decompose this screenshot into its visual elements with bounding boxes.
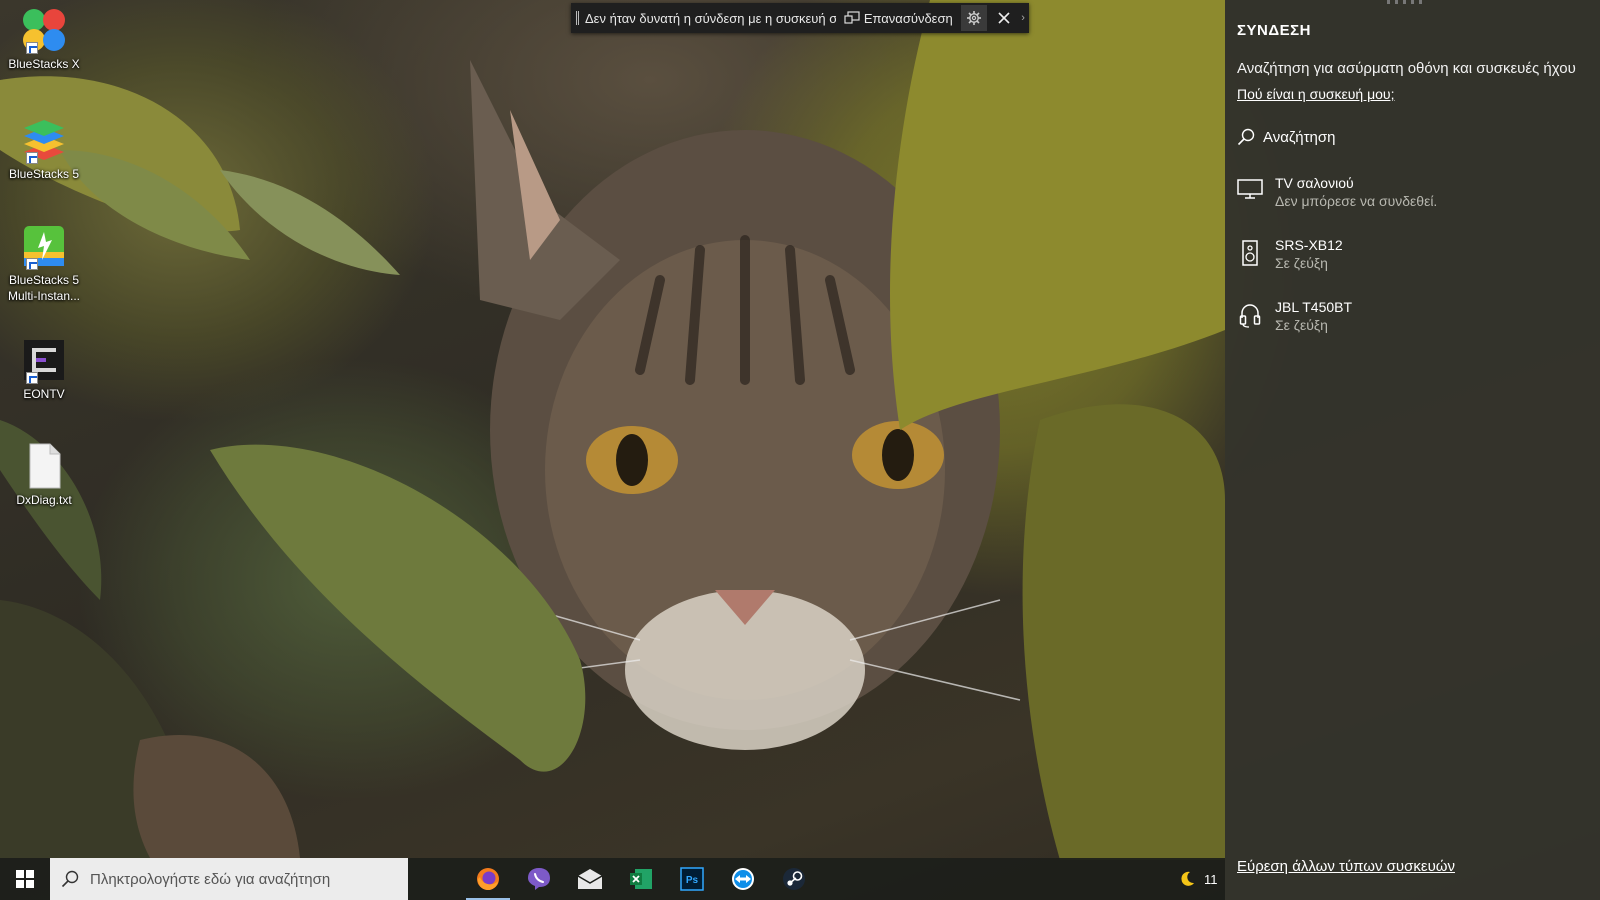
taskbar-app-firefox[interactable] <box>463 858 513 900</box>
bluestacks-x-icon <box>20 6 68 54</box>
close-button[interactable] <box>991 5 1017 31</box>
monitor-icon <box>1237 174 1263 204</box>
panel-title: ΣΥΝΔΕΣΗ <box>1237 22 1311 39</box>
shortcut-arrow-icon <box>26 152 38 164</box>
shortcut-arrow-icon <box>26 372 38 384</box>
night-light-moon-icon[interactable] <box>1178 870 1196 888</box>
desktop-icon-bluestacks-x[interactable]: BlueStacks X <box>4 6 84 72</box>
eontv-icon <box>20 336 68 384</box>
device-item-tv[interactable]: TV σαλονιού Δεν μπόρεσε να συνδεθεί. <box>1237 174 1587 224</box>
desktop-icon-label: BlueStacks 5 Multi-Instan... <box>7 273 81 303</box>
device-name: JBL T450BT <box>1275 299 1353 315</box>
desktop-icon-eontv[interactable]: EONTV <box>4 336 84 402</box>
leaf-top-right <box>890 0 1225 430</box>
mail-icon <box>577 869 603 889</box>
device-status: Δεν μπόρεσε να συνδεθεί. <box>1275 193 1438 209</box>
device-name: SRS-XB12 <box>1275 237 1343 253</box>
windows-logo-icon <box>16 870 34 888</box>
device-item-jbl-t450bt[interactable]: JBL T450BT Σε ζεύξη <box>1237 298 1587 348</box>
desktop-icon-dxdiag[interactable]: DxDiag.txt <box>4 442 84 508</box>
desktop-icon-bluestacks-multi-instance[interactable]: BlueStacks 5 Multi-Instan... <box>4 222 84 304</box>
desktop-icon-label: EONTV <box>23 387 65 401</box>
cast-error-message: Δεν ήταν δυνατή η σύνδεση με η συσκευή σ… <box>585 10 836 26</box>
photoshop-icon: Ps <box>680 867 704 891</box>
headphones-icon <box>1237 298 1263 328</box>
svg-text:Ps: Ps <box>686 875 699 886</box>
close-icon <box>998 12 1010 24</box>
start-button[interactable] <box>0 858 50 900</box>
firefox-icon <box>477 868 499 891</box>
desktop-icon-label: DxDiag.txt <box>16 493 72 507</box>
steam-icon <box>783 868 805 890</box>
taskbar-search-box[interactable]: Πληκτρολογήστε εδώ για αναζήτηση <box>50 858 408 900</box>
device-name: TV σαλονιού <box>1275 175 1354 191</box>
teamviewer-icon <box>732 868 754 890</box>
gear-icon <box>967 11 982 25</box>
settings-button[interactable] <box>961 5 988 31</box>
searching-indicator: Αναζήτηση <box>1237 128 1335 146</box>
taskbar-app-viber[interactable] <box>514 858 564 900</box>
desktop-icon-bluestacks-5[interactable]: BlueStacks 5 <box>4 116 84 182</box>
cast-screen-icon <box>844 11 860 24</box>
drag-grip-icon[interactable] <box>576 11 579 25</box>
device-status: Σε ζεύξη <box>1275 255 1328 271</box>
taskbar-app-excel[interactable] <box>616 858 666 900</box>
excel-icon <box>630 869 652 889</box>
desktop-icon-label: BlueStacks X <box>8 57 80 71</box>
panel-drag-handle[interactable] <box>1387 0 1427 4</box>
reconnect-label: Επανασύνδεση <box>863 10 953 26</box>
taskbar-app-steam[interactable] <box>769 858 819 900</box>
clock-text[interactable]: 11 <box>1204 872 1218 887</box>
desktop-icon-label: BlueStacks 5 <box>8 167 80 181</box>
bluestacks-5-icon <box>20 116 68 164</box>
speaker-icon <box>1237 236 1263 266</box>
viber-icon <box>528 868 550 890</box>
device-status: Σε ζεύξη <box>1275 317 1328 333</box>
cast-notification-bar: Δεν ήταν δυνατή η σύνδεση με η συσκευή σ… <box>571 3 1029 33</box>
search-icon <box>50 870 90 888</box>
connect-panel: ΣΥΝΔΕΣΗ Αναζήτηση για ασύρματη οθόνη και… <box>1225 0 1600 900</box>
reconnect-button[interactable]: Επανασύνδεση <box>844 11 955 26</box>
find-other-devices-link[interactable]: Εύρεση άλλων τύπων συσκευών <box>1237 858 1455 875</box>
taskbar-app-photoshop[interactable]: Ps <box>667 858 717 900</box>
chevron-right-icon[interactable]: › <box>1017 12 1029 24</box>
taskbar: Πληκτρολογήστε εδώ για αναζήτηση Ps 11 <box>0 858 1225 900</box>
system-tray: 11 <box>1178 858 1218 900</box>
search-icon <box>1237 128 1255 146</box>
shortcut-arrow-icon <box>26 42 38 54</box>
device-item-srs-xb12[interactable]: SRS-XB12 Σε ζεύξη <box>1237 236 1587 286</box>
panel-subtitle: Αναζήτηση για ασύρματη οθόνη και συσκευέ… <box>1237 60 1576 77</box>
text-file-icon <box>20 442 68 490</box>
where-is-my-device-link[interactable]: Πού είναι η συσκευή μου; <box>1237 86 1394 102</box>
shortcut-arrow-icon <box>26 258 38 270</box>
search-label: Αναζήτηση <box>1263 128 1336 146</box>
leaf-bottom-right <box>1022 404 1225 860</box>
bluestacks-multi-instance-icon <box>20 222 68 270</box>
dry-leaf <box>133 734 300 858</box>
taskbar-app-teamviewer[interactable] <box>718 858 768 900</box>
taskbar-app-mail[interactable] <box>565 858 615 900</box>
search-placeholder: Πληκτρολογήστε εδώ για αναζήτηση <box>90 870 331 888</box>
